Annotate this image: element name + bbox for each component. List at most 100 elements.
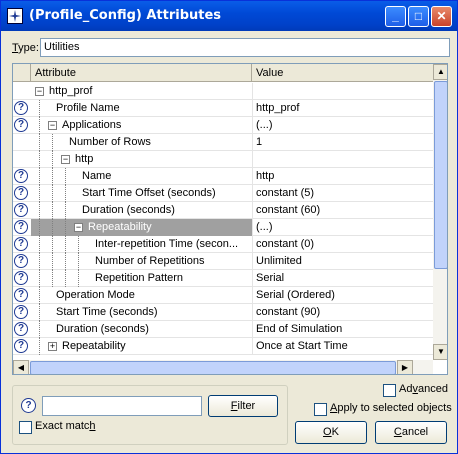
table-row[interactable]: Number of Rows 1: [13, 134, 433, 151]
attribute-value[interactable]: [252, 83, 433, 100]
help-icon[interactable]: ?: [14, 169, 28, 183]
attribute-value[interactable]: constant (5): [252, 185, 433, 202]
tree-guide-line: [39, 321, 40, 338]
tree-guide-line: [52, 253, 53, 270]
table-row[interactable]: ? − Repeatability (...): [13, 219, 433, 236]
table-row[interactable]: ? Start Time (seconds) constant (90): [13, 304, 433, 321]
attribute-value[interactable]: constant (60): [252, 202, 433, 219]
attribute-value[interactable]: http: [252, 168, 433, 185]
vertical-scroll-thumb[interactable]: [434, 81, 447, 269]
apply-selected-label: Apply to selected objects: [330, 402, 452, 414]
type-field[interactable]: Utilities: [40, 38, 450, 57]
cancel-button[interactable]: Cancel: [375, 421, 447, 444]
tree-guide-line: [65, 253, 66, 270]
attribute-name: Name: [82, 170, 112, 182]
table-row[interactable]: ? Profile Name http_prof: [13, 100, 433, 117]
collapse-icon[interactable]: −: [74, 223, 83, 232]
type-label: Type:: [12, 42, 39, 54]
attributes-table: Attribute Value − http_prof? Profile Name h…: [12, 63, 448, 375]
scroll-right-arrow-icon[interactable]: ▶: [397, 360, 413, 374]
horizontal-scroll-thumb[interactable]: [30, 361, 396, 374]
help-icon[interactable]: ?: [14, 101, 28, 115]
tree-guide-line: [39, 168, 40, 185]
header-value[interactable]: Value: [252, 64, 433, 82]
attribute-value[interactable]: http_prof: [252, 100, 433, 117]
table-row[interactable]: ? Duration (seconds) End of Simulation: [13, 321, 433, 338]
ok-button[interactable]: OK: [295, 421, 367, 444]
collapse-icon[interactable]: −: [35, 87, 44, 96]
tree-guide-line: [78, 270, 79, 287]
help-icon[interactable]: ?: [14, 288, 28, 302]
attribute-name: Duration (seconds): [56, 323, 149, 335]
attribute-value[interactable]: Once at Start Time: [252, 338, 433, 355]
attribute-value[interactable]: 1: [252, 134, 433, 151]
help-icon[interactable]: ?: [14, 271, 28, 285]
attribute-value[interactable]: Serial (Ordered): [252, 287, 433, 304]
help-icon[interactable]: ?: [14, 305, 28, 319]
filter-button[interactable]: Filter: [208, 395, 278, 417]
help-icon[interactable]: ?: [14, 203, 28, 217]
exact-match-checkbox[interactable]: [19, 421, 32, 434]
vertical-scrollbar[interactable]: ▲ ▼: [433, 64, 447, 360]
table-row[interactable]: ? − Applications (...): [13, 117, 433, 134]
filter-help-icon[interactable]: ?: [21, 398, 36, 413]
attribute-name: Inter-repetition Time (secon...: [95, 238, 239, 250]
attribute-value[interactable]: (...): [252, 219, 433, 236]
attribute-value[interactable]: Serial: [252, 270, 433, 287]
tree-guide-line: [39, 185, 40, 202]
attribute-value[interactable]: [252, 151, 433, 168]
table-row[interactable]: ? Repetition Pattern Serial: [13, 270, 433, 287]
close-button[interactable]: ✕: [431, 6, 452, 27]
table-row[interactable]: ? Inter-repetition Time (secon... constant…: [13, 236, 433, 253]
help-icon[interactable]: ?: [14, 186, 28, 200]
help-icon[interactable]: ?: [14, 118, 28, 132]
attribute-value[interactable]: Unlimited: [252, 253, 433, 270]
table-row[interactable]: ? Duration (seconds) constant (60): [13, 202, 433, 219]
table-row[interactable]: ? Operation Mode Serial (Ordered): [13, 287, 433, 304]
attribute-value[interactable]: End of Simulation: [252, 321, 433, 338]
table-row[interactable]: ? Name http: [13, 168, 433, 185]
collapse-icon[interactable]: −: [61, 155, 70, 164]
collapse-icon[interactable]: −: [48, 121, 57, 130]
scroll-left-arrow-icon[interactable]: ◀: [13, 360, 29, 374]
tree-guide-line: [39, 151, 40, 168]
attribute-value[interactable]: (...): [252, 117, 433, 134]
table-row[interactable]: ? Number of Repetitions Unlimited: [13, 253, 433, 270]
attribute-name: Operation Mode: [56, 289, 135, 301]
header-attribute[interactable]: Attribute: [31, 64, 252, 82]
tree-guide-line: [52, 270, 53, 287]
table-row[interactable]: − http: [13, 151, 433, 168]
apply-selected-checkbox[interactable]: [314, 403, 327, 416]
tree-guide-line: [52, 202, 53, 219]
help-icon[interactable]: ?: [14, 220, 28, 234]
attribute-value[interactable]: constant (0): [252, 236, 433, 253]
tree-guide-line: [52, 219, 53, 236]
minimize-button[interactable]: _: [385, 6, 406, 27]
attribute-name: Repetition Pattern: [95, 272, 184, 284]
tree-guide-line: [39, 236, 40, 253]
help-icon[interactable]: ?: [14, 322, 28, 336]
expand-icon[interactable]: +: [48, 342, 57, 351]
tree-guide-line: [52, 151, 53, 168]
tree-guide-line: [39, 287, 40, 304]
scroll-down-arrow-icon[interactable]: ▼: [433, 344, 447, 360]
help-icon[interactable]: ?: [14, 254, 28, 268]
help-icon[interactable]: ?: [14, 339, 28, 353]
table-row[interactable]: − http_prof: [13, 83, 433, 100]
advanced-label: Advanced: [399, 383, 448, 395]
attribute-name: http: [75, 153, 94, 165]
help-icon[interactable]: ?: [14, 237, 28, 251]
horizontal-scrollbar[interactable]: ◀ ▶: [13, 360, 433, 374]
table-row[interactable]: ? + Repeatability Once at Start Time: [13, 338, 433, 355]
title-bar[interactable]: (Profile_Config) Attributes _ □ ✕: [1, 1, 457, 31]
attribute-name: Repeatability: [62, 340, 126, 352]
advanced-checkbox[interactable]: [383, 384, 396, 397]
filter-input[interactable]: [42, 396, 202, 416]
maximize-button[interactable]: □: [408, 6, 429, 27]
tree-guide-line: [65, 185, 66, 202]
table-row[interactable]: ? Start Time Offset (seconds) constant (5): [13, 185, 433, 202]
attribute-name: Applications: [62, 119, 122, 131]
scroll-up-arrow-icon[interactable]: ▲: [433, 64, 447, 80]
attribute-value[interactable]: constant (90): [252, 304, 433, 321]
table-header: Attribute Value: [13, 64, 433, 82]
